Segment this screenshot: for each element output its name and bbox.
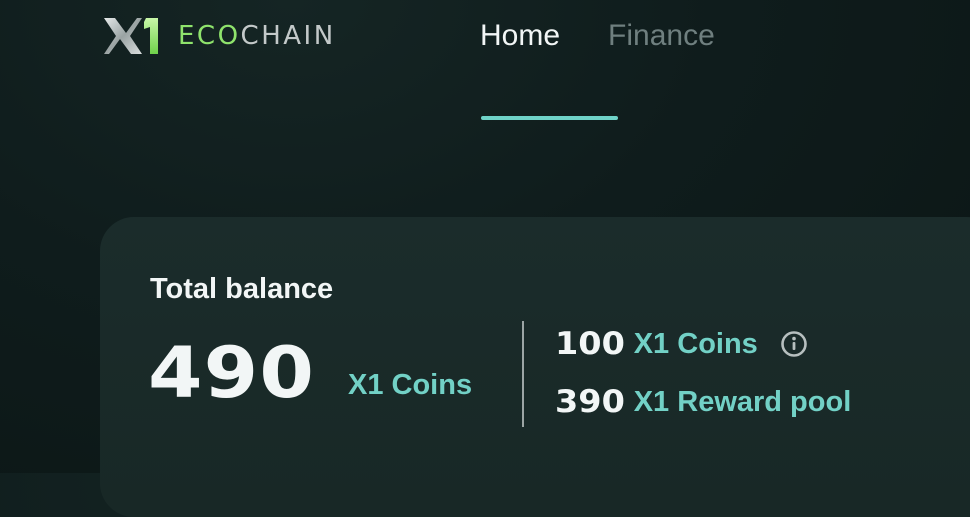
info-icon[interactable] [780, 330, 808, 358]
coins-amount: 100 [555, 326, 625, 362]
tab-finance[interactable]: Finance [608, 14, 715, 58]
main-nav: Home Finance [480, 14, 715, 58]
total-balance-card: Total balance 490 X1 Coins 100 X1 Coins … [100, 217, 970, 517]
breakdown-row-coins: 100 X1 Coins [555, 325, 808, 363]
logo-word-eco: ECO [178, 21, 241, 51]
reward-pool-amount: 390 [555, 384, 625, 420]
total-balance-unit: X1 Coins [348, 369, 473, 401]
breakdown-row-reward-pool: 390 X1 Reward pool [555, 383, 851, 421]
tab-home[interactable]: Home [480, 14, 560, 58]
balance-title: Total balance [150, 273, 334, 305]
balance-divider [522, 321, 524, 427]
coins-unit: X1 Coins [633, 328, 758, 360]
x1-logo-mark-icon [104, 18, 158, 54]
logo-wordmark: ECOCHAIN [178, 23, 336, 49]
ecochain-logo[interactable]: ECOCHAIN [102, 16, 336, 56]
active-tab-indicator [481, 116, 618, 120]
total-balance-amount: 490 [148, 332, 316, 414]
reward-pool-unit: X1 Reward pool [633, 386, 852, 418]
logo-word-chain: CHAIN [240, 21, 336, 51]
